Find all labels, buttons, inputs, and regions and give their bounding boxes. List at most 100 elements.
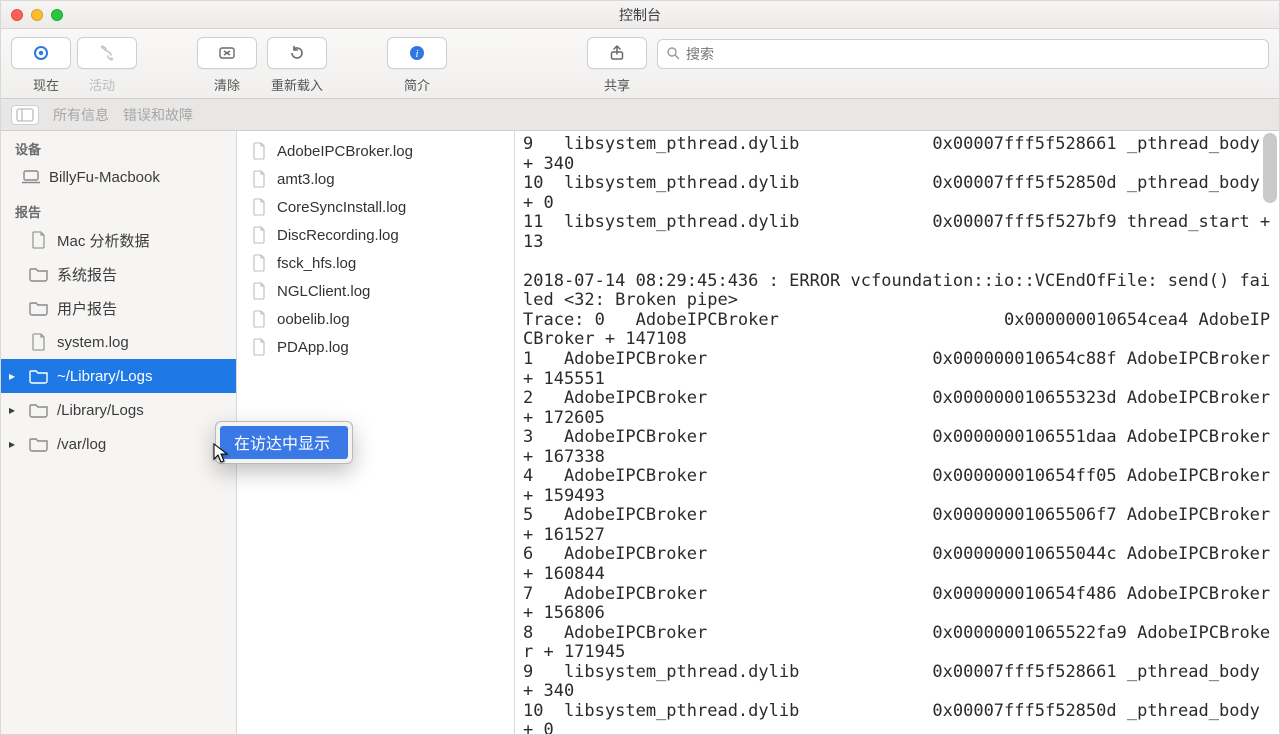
sidebar-item-label: /Library/Logs <box>57 402 144 419</box>
now-button[interactable] <box>11 37 71 69</box>
file-icon <box>29 231 49 249</box>
clear-icon <box>217 44 237 62</box>
folder-icon <box>29 265 49 283</box>
sidebar-item-label: /var/log <box>57 436 106 453</box>
context-menu: 在访达中显示 <box>215 421 353 464</box>
file-row[interactable]: PDApp.log <box>237 333 514 361</box>
filter-bar: 所有信息 错误和故障 <box>1 99 1279 131</box>
file-row[interactable]: fsck_hfs.log <box>237 249 514 277</box>
file-icon <box>249 198 269 216</box>
context-menu-reveal-in-finder[interactable]: 在访达中显示 <box>220 426 348 459</box>
toolbar-group-now: 现在 活动 <box>11 37 137 94</box>
activity-label: 活动 <box>89 75 115 94</box>
file-name: DiscRecording.log <box>277 227 399 244</box>
search-wrap <box>657 37 1269 69</box>
body: 设备 BillyFu-Macbook 报告 Mac 分析数据系统报告用户报告 sy… <box>1 131 1279 734</box>
minimize-window-button[interactable] <box>31 9 43 21</box>
sidebar-section-devices: 设备 <box>1 131 236 160</box>
info-button[interactable]: i <box>387 37 447 69</box>
toolbar-group-reload: 重新载入 <box>267 37 327 94</box>
file-name: oobelib.log <box>277 311 350 328</box>
sidebar-device-item[interactable]: BillyFu-Macbook <box>1 160 236 194</box>
sidebar-item-label: ~/Library/Logs <box>57 368 152 385</box>
sidebar-item-label: 用户报告 <box>57 298 117 319</box>
activity-button[interactable] <box>77 37 137 69</box>
sidebar-item-5[interactable]: ▸ /Library/Logs <box>1 393 236 427</box>
folder-icon <box>29 299 49 317</box>
disclosure-triangle-icon[interactable]: ▸ <box>9 403 21 417</box>
file-name: NGLClient.log <box>277 283 370 300</box>
laptop-icon <box>21 168 41 186</box>
toolbar-group-info: i 简介 <box>387 37 447 94</box>
share-label: 共享 <box>604 75 630 94</box>
toolbar-group-clear: 清除 <box>197 37 257 94</box>
svg-text:i: i <box>415 48 418 60</box>
sidebar-device-label: BillyFu-Macbook <box>49 169 160 186</box>
traffic-lights <box>11 9 63 21</box>
log-text: 9 libsystem_pthread.dylib 0x00007fff5f52… <box>515 131 1279 734</box>
file-icon <box>29 333 49 351</box>
sidebar-item-label: system.log <box>57 334 129 351</box>
app-window: 控制台 现在 活动 <box>0 0 1280 735</box>
file-icon <box>249 254 269 272</box>
file-icon <box>249 226 269 244</box>
scrollbar-thumb[interactable] <box>1263 133 1277 203</box>
file-icon <box>249 170 269 188</box>
folder-icon <box>29 435 49 453</box>
title-bar: 控制台 <box>1 1 1279 29</box>
sidebar-item-1[interactable]: 系统报告 <box>1 257 236 291</box>
folder-icon <box>29 367 49 385</box>
search-icon <box>666 46 680 63</box>
folder-icon <box>29 401 49 419</box>
activity-icon <box>97 44 117 62</box>
file-icon <box>249 310 269 328</box>
info-icon: i <box>407 44 427 62</box>
file-row[interactable]: DiscRecording.log <box>237 221 514 249</box>
sidebar-item-3[interactable]: system.log <box>1 325 236 359</box>
file-name: fsck_hfs.log <box>277 255 356 272</box>
toolbar-group-share: 共享 <box>587 37 647 94</box>
sidebar-item-0[interactable]: Mac 分析数据 <box>1 223 236 257</box>
toolbar: 现在 活动 清除 重新载入 i <box>1 29 1279 99</box>
filter-errors-tab[interactable]: 错误和故障 <box>123 105 193 125</box>
share-icon <box>607 44 627 62</box>
search-field[interactable] <box>657 39 1269 69</box>
window-title: 控制台 <box>1 5 1279 25</box>
close-window-button[interactable] <box>11 9 23 21</box>
log-pane[interactable]: 9 libsystem_pthread.dylib 0x00007fff5f52… <box>515 131 1279 734</box>
target-icon <box>31 44 51 62</box>
zoom-window-button[interactable] <box>51 9 63 21</box>
sidebar-section-reports: 报告 <box>1 194 236 223</box>
file-row[interactable]: amt3.log <box>237 165 514 193</box>
sidebar-item-6[interactable]: ▸ /var/log <box>1 427 236 461</box>
file-name: AdobeIPCBroker.log <box>277 143 413 160</box>
file-icon <box>249 142 269 160</box>
info-label: 简介 <box>404 75 430 94</box>
sidebar-item-4[interactable]: ▸ ~/Library/Logs <box>1 359 236 393</box>
file-row[interactable]: oobelib.log <box>237 305 514 333</box>
search-input[interactable] <box>686 46 1260 62</box>
file-name: amt3.log <box>277 171 335 188</box>
sidebar: 设备 BillyFu-Macbook 报告 Mac 分析数据系统报告用户报告 sy… <box>1 131 237 734</box>
sidebar-item-label: Mac 分析数据 <box>57 230 150 251</box>
now-label: 现在 <box>33 75 59 94</box>
reload-icon <box>287 44 307 62</box>
sidebar-item-label: 系统报告 <box>57 264 117 285</box>
clear-label: 清除 <box>214 75 240 94</box>
file-row[interactable]: AdobeIPCBroker.log <box>237 137 514 165</box>
file-name: CoreSyncInstall.log <box>277 199 406 216</box>
sidebar-item-2[interactable]: 用户报告 <box>1 291 236 325</box>
clear-button[interactable] <box>197 37 257 69</box>
disclosure-triangle-icon[interactable]: ▸ <box>9 437 21 451</box>
sidebar-toggle-button[interactable] <box>11 105 39 125</box>
file-icon <box>249 338 269 356</box>
file-icon <box>249 282 269 300</box>
file-name: PDApp.log <box>277 339 349 356</box>
reload-button[interactable] <box>267 37 327 69</box>
share-button[interactable] <box>587 37 647 69</box>
file-row[interactable]: NGLClient.log <box>237 277 514 305</box>
reload-label: 重新载入 <box>271 75 323 94</box>
disclosure-triangle-icon[interactable]: ▸ <box>9 369 21 383</box>
filter-all-tab[interactable]: 所有信息 <box>53 105 109 125</box>
file-row[interactable]: CoreSyncInstall.log <box>237 193 514 221</box>
